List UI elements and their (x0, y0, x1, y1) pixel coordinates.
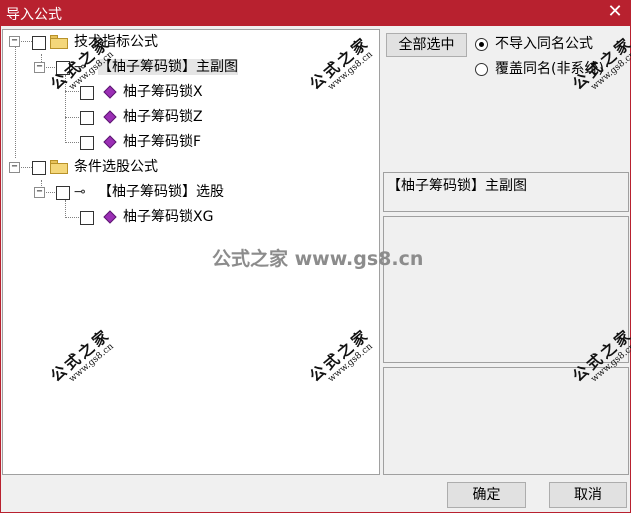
checkbox[interactable] (56, 186, 70, 200)
formula-description-panel (383, 216, 629, 363)
radio-overwrite-label[interactable]: 覆盖同名(非系统) (495, 61, 604, 77)
cancel-button[interactable]: 取消 (549, 482, 627, 508)
tree-connector (15, 46, 16, 158)
selected-formula-name: 【柚子筹码锁】主副图 (387, 178, 527, 194)
checkbox[interactable] (32, 36, 46, 50)
tree-connector (65, 117, 81, 118)
tree-node-label[interactable]: 柚子筹码锁F (123, 134, 201, 150)
collapse-toggle[interactable]: − (9, 162, 20, 173)
formula-gem-icon (103, 85, 117, 99)
key-icon: ⊸ (74, 59, 86, 75)
folder-icon (50, 35, 68, 49)
radio-overwrite[interactable] (475, 63, 488, 76)
radio-skip-label[interactable]: 不导入同名公式 (495, 36, 593, 52)
title-bar: 导入公式 ✕ (0, 0, 631, 26)
formula-gem-icon (103, 135, 117, 149)
key-icon: ⊸ (74, 184, 86, 200)
collapse-toggle[interactable]: − (9, 36, 20, 47)
radio-skip-duplicates[interactable] (475, 38, 488, 51)
close-icon[interactable]: ✕ (605, 2, 625, 22)
collapse-toggle[interactable]: − (34, 62, 45, 73)
checkbox[interactable] (80, 111, 94, 125)
checkbox[interactable] (32, 161, 46, 175)
tree-connector (65, 91, 81, 92)
collapse-toggle[interactable]: − (34, 187, 45, 198)
tree-node-label[interactable]: 条件选股公式 (74, 159, 158, 175)
tree-node-label[interactable]: 柚子筹码锁XG (123, 209, 213, 225)
tree-connector (65, 217, 81, 218)
folder-icon (50, 160, 68, 174)
tree-connector (65, 142, 81, 143)
formula-gem-icon (103, 110, 117, 124)
formula-gem-icon (103, 210, 117, 224)
tree-connector (65, 200, 66, 218)
checkbox[interactable] (80, 211, 94, 225)
window-title: 导入公式 (6, 7, 62, 23)
checkbox[interactable] (80, 86, 94, 100)
tree-connector (65, 75, 66, 143)
formula-params-panel (383, 367, 629, 475)
checkbox[interactable] (80, 136, 94, 150)
formula-info-panel: 【柚子筹码锁】主副图 (383, 172, 629, 212)
ok-button[interactable]: 确定 (447, 482, 526, 508)
tree-node-label[interactable]: 【柚子筹码锁】主副图 (98, 59, 238, 75)
formula-tree[interactable]: − 技术指标公式 − ⊸ 【柚子筹码锁】主副图 柚子筹码锁X 柚子筹码锁Z 柚子… (2, 29, 380, 475)
tree-node-label[interactable]: 柚子筹码锁X (123, 84, 203, 100)
tree-node-label[interactable]: 【柚子筹码锁】选股 (98, 184, 224, 200)
checkbox[interactable] (56, 61, 70, 75)
select-all-button[interactable]: 全部选中 (386, 33, 467, 57)
tree-node-label[interactable]: 柚子筹码锁Z (123, 109, 203, 125)
tree-node-label[interactable]: 技术指标公式 (74, 34, 158, 50)
